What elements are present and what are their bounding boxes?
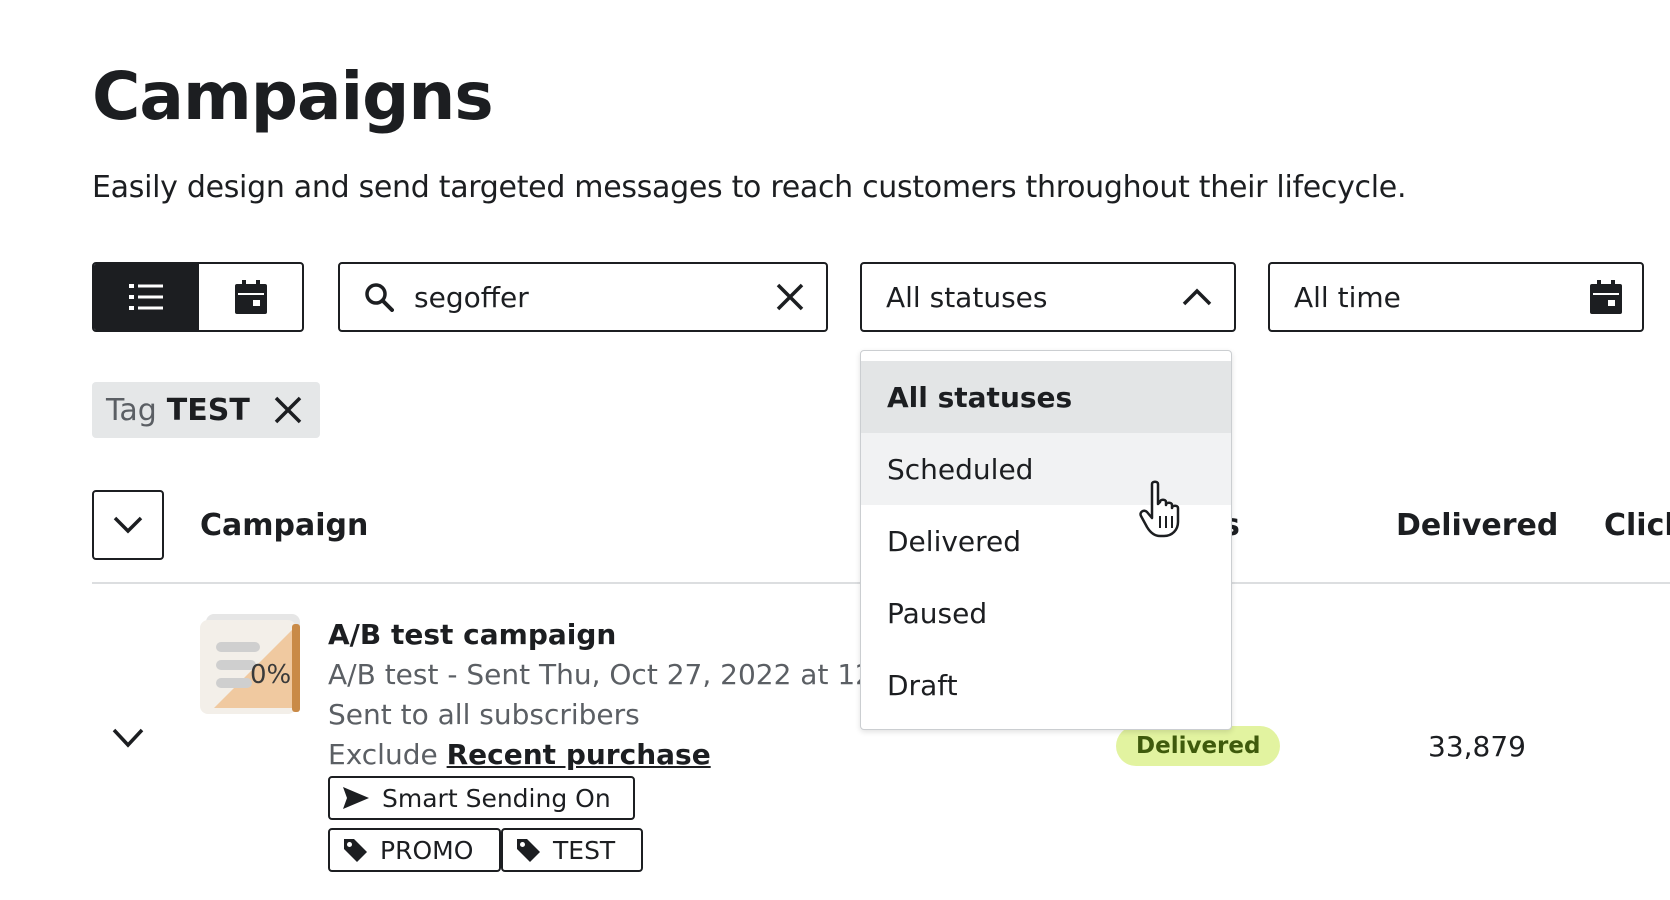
tag-pill-label: PROMO (380, 835, 474, 865)
date-range-value: All time (1294, 280, 1401, 314)
hand-cursor-icon (1138, 480, 1188, 542)
close-icon[interactable] (274, 396, 302, 424)
page-subtitle: Easily design and send targeted messages… (92, 170, 1407, 205)
exclude-label: Exclude (328, 738, 438, 771)
campaign-name[interactable]: A/B test campaign (328, 618, 616, 651)
list-view-button[interactable] (94, 264, 197, 330)
thumbnail-discount-text: 0% (250, 660, 291, 690)
status-option-draft[interactable]: Draft (861, 649, 1231, 721)
status-select[interactable]: All statuses (860, 262, 1236, 332)
campaign-detail: A/B test - Sent Thu, Oct 27, 2022 at 12:… (328, 658, 919, 691)
campaign-thumbnail[interactable]: 0% (200, 612, 304, 716)
search-field (338, 262, 828, 332)
search-input[interactable] (414, 280, 776, 314)
exclude-segment-link[interactable]: Recent purchase (447, 738, 711, 771)
page-title: Campaigns (92, 58, 494, 135)
send-icon (343, 787, 369, 809)
filter-chip-tag: Tag TEST (92, 382, 320, 438)
status-option-all[interactable]: All statuses (861, 361, 1231, 433)
column-header-delivered[interactable]: Delivered (1396, 508, 1558, 543)
calendar-view-button[interactable] (197, 264, 302, 330)
filter-chip-key: Tag (106, 392, 157, 428)
status-option-paused[interactable]: Paused (861, 577, 1231, 649)
clear-icon[interactable] (776, 283, 804, 311)
chevron-down-icon (112, 728, 144, 748)
date-range-select[interactable]: All time (1268, 262, 1644, 332)
status-badge: Delivered (1116, 726, 1281, 766)
tag-icon (344, 839, 367, 862)
tag-pill-label: TEST (553, 835, 616, 865)
column-header-clicks[interactable]: Click (1604, 508, 1670, 543)
chevron-up-icon (1182, 288, 1212, 306)
calendar-icon (234, 280, 267, 314)
view-toggle (92, 262, 304, 332)
smart-sending-pill: Smart Sending On (328, 776, 635, 820)
tag-icon (517, 839, 540, 862)
list-view-icon (128, 284, 163, 310)
filter-chip-value: TEST (166, 392, 250, 428)
tag-pill-promo[interactable]: PROMO (328, 828, 502, 872)
calendar-icon (1590, 280, 1622, 314)
smart-sending-label: Smart Sending On (382, 783, 611, 813)
search-icon (365, 283, 394, 312)
expand-all-button[interactable] (92, 490, 164, 560)
campaign-exclude: Exclude Recent purchase (328, 738, 711, 771)
tag-pill-test[interactable]: TEST (501, 828, 644, 872)
campaign-audience: Sent to all subscribers (328, 698, 640, 731)
row-expand-button[interactable] (112, 728, 144, 752)
chevron-down-icon (113, 516, 143, 534)
delivered-count: 33,879 (1428, 730, 1526, 763)
status-select-value: All statuses (886, 280, 1048, 314)
column-header-campaign[interactable]: Campaign (200, 508, 368, 543)
